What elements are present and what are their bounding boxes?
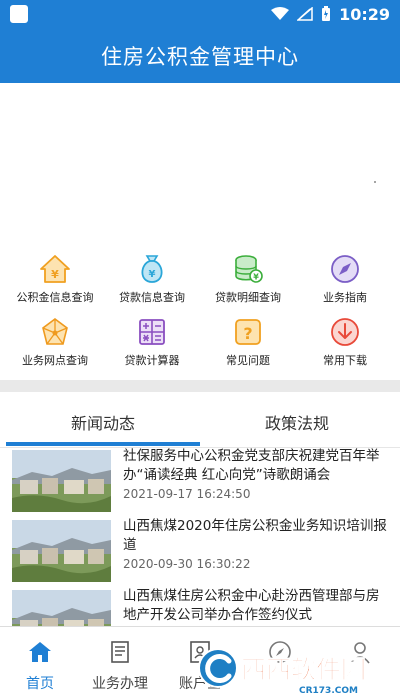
section-divider [0, 380, 400, 392]
svg-text:¥: ¥ [253, 273, 259, 282]
news-tabs: 新闻动态 政策法规 [0, 392, 400, 448]
bottom-nav: 首页 业务办理 账户查 [0, 626, 400, 700]
grid-item-download[interactable]: 常用下载 [295, 315, 395, 377]
nav-home[interactable]: 首页 [0, 627, 80, 700]
nav-business[interactable]: 业务办理 [80, 627, 160, 700]
grid-item-label: 常用下载 [323, 354, 367, 367]
tab-indicator [6, 442, 200, 446]
grid-item-loan-query[interactable]: ¥ 贷款信息查询 [102, 252, 202, 314]
news-item[interactable]: 社保服务中心公积金党支部庆祝建党百年举办“诵读经典 红心向党”诗歌朗诵会 202… [0, 448, 400, 516]
news-thumbnail [12, 590, 111, 626]
news-title: 山西焦煤住房公积金中心赴汾西管理部与房地产开发公司举办合作签约仪式 [123, 588, 380, 623]
status-bar: 10:29 [0, 0, 400, 28]
download-icon [331, 318, 359, 346]
question-icon: ? [235, 319, 261, 345]
nav-account[interactable]: 账户查 [160, 627, 240, 700]
user-icon [350, 642, 370, 664]
news-item[interactable]: 山西焦煤住房公积金中心赴汾西管理部与房地产开发公司举办合作签约仪式 [0, 588, 400, 626]
wifi-icon [271, 7, 290, 20]
grid-item-guide[interactable]: 业务指南 [295, 252, 395, 314]
news-date: 2020-09-30 16:30:22 [123, 557, 251, 571]
document-icon [111, 641, 129, 663]
news-thumbnail [12, 520, 111, 582]
grid-item-label: 业务网点查询 [22, 354, 88, 367]
clock: 10:29 [339, 4, 390, 24]
banner[interactable] [0, 83, 400, 248]
nav-label: 首页 [26, 676, 54, 692]
banner-indicator [374, 181, 376, 183]
grid-item-label: 常见问题 [226, 354, 270, 367]
nav-item-5[interactable] [320, 627, 400, 700]
page-title: 住房公积金管理中心 [101, 44, 299, 69]
money-stack-icon: ¥ [235, 255, 263, 283]
news-list: 社保服务中心公积金党支部庆祝建党百年举办“诵读经典 红心向党”诗歌朗诵会 202… [0, 448, 400, 626]
compass-icon [269, 641, 291, 663]
nav-label: 账户查 [179, 676, 221, 692]
signal-icon [297, 7, 313, 21]
news-title: 山西焦煤2020年住房公积金业务知识培训报道 [123, 518, 387, 553]
function-grid: ¥ 公积金信息查询 ¥ 贷款信息查询 ¥ 贷款明细查询 业务指南 业务网点查询 … [0, 252, 400, 377]
app-bar: 住房公积金管理中心 [0, 28, 400, 83]
home-icon [29, 642, 51, 662]
news-item[interactable]: 山西焦煤2020年住房公积金业务知识培训报道 2020-09-30 16:30:… [0, 518, 400, 586]
calculator-icon [139, 319, 165, 345]
nav-item-4[interactable] [240, 627, 320, 700]
money-bag-icon: ¥ [141, 255, 163, 283]
grid-item-label: 贷款明细查询 [215, 291, 281, 304]
news-date: 2021-09-17 16:24:50 [123, 487, 251, 501]
compass-icon [331, 255, 359, 283]
grid-item-label: 贷款计算器 [124, 354, 180, 367]
grid-item-label: 公积金信息查询 [16, 291, 94, 304]
battery-icon [322, 6, 331, 21]
grid-item-label: 业务指南 [323, 291, 367, 304]
grid-item-loan-detail[interactable]: ¥ 贷款明细查询 [198, 252, 298, 314]
network-icon [42, 318, 68, 345]
tab-news[interactable]: 新闻动态 [71, 410, 135, 434]
grid-item-fund-query[interactable]: ¥ 公积金信息查询 [5, 252, 105, 314]
nav-label: 业务办理 [92, 676, 148, 692]
news-title: 社保服务中心公积金党支部庆祝建党百年举办“诵读经典 红心向党”诗歌朗诵会 [123, 448, 380, 483]
tab-policy[interactable]: 政策法规 [265, 410, 329, 434]
house-coin-icon: ¥ [40, 255, 70, 283]
grid-item-calculator[interactable]: 贷款计算器 [102, 315, 202, 377]
news-thumbnail [12, 450, 111, 512]
svg-text:¥: ¥ [51, 268, 59, 281]
grid-item-faq[interactable]: ? 常见问题 [198, 315, 298, 377]
svg-text:¥: ¥ [149, 269, 156, 280]
notification-icon [10, 5, 28, 23]
profile-card-icon [190, 641, 210, 663]
svg-text:?: ? [243, 324, 252, 343]
grid-item-label: 贷款信息查询 [119, 291, 185, 304]
grid-item-branch-query[interactable]: 业务网点查询 [5, 315, 105, 377]
